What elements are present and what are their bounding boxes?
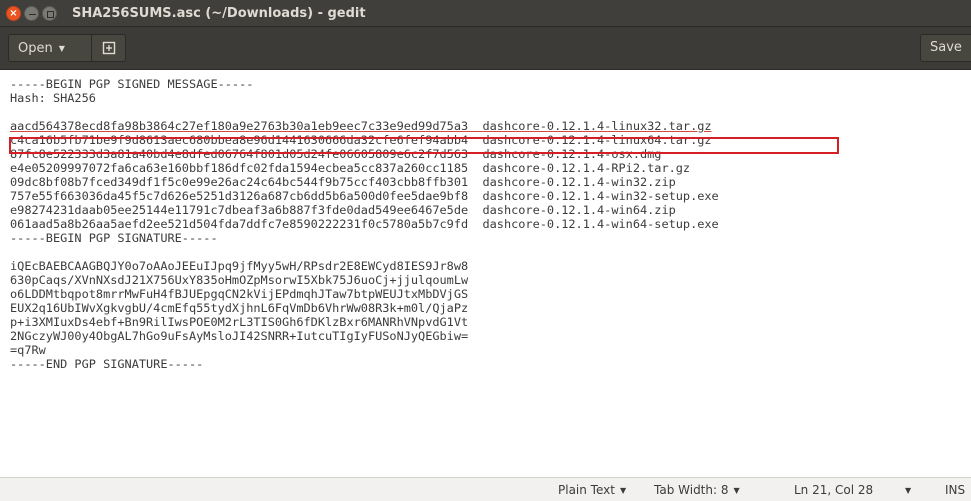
editor-line: iQEcBAEBCAAGBQJY0o7oAAoJEEuIJpq9jfMyy5wH… [10, 259, 469, 273]
open-button-label: Open [18, 40, 53, 56]
maximize-icon [43, 7, 56, 20]
minimize-window-button[interactable] [24, 6, 39, 21]
editor-line: 630pCaqs/XVnNXsdJ21X756UxY835oHmOZpMsorw… [10, 273, 469, 287]
editor-line: =q7Rw [10, 343, 46, 357]
chevron-down-icon: ▼ [905, 486, 912, 495]
editor-line: 2NGczyWJ00y4ObgAL7hGo9uFsAyMsloJI42SNRR+… [10, 329, 469, 343]
editor-line: -----BEGIN PGP SIGNED MESSAGE----- [10, 77, 254, 91]
tab-width-label: Tab Width: 8 [654, 483, 729, 497]
title-bar: × SHA256SUMS.asc (~/Downloads) - gedit [0, 0, 971, 27]
editor-line: -----END PGP SIGNATURE----- [10, 357, 204, 371]
tab-width-selector[interactable]: Tab Width: 8 ▼ [654, 478, 740, 501]
open-button[interactable]: Open ▼ [8, 34, 92, 62]
editor-line: p+i3XMIuxDs4ebf+Bn9RilIwsPOE0M2rL3TIS0Gh… [10, 315, 469, 329]
chevron-down-icon: ▼ [58, 43, 65, 53]
language-label: Plain Text [558, 483, 615, 497]
maximize-window-button[interactable] [42, 6, 57, 21]
editor-line: o6LDDMtbqpot8mrrMwFuH4fBJUEpgqCN2kVijEPd… [10, 287, 469, 301]
save-button[interactable]: Save [920, 34, 971, 62]
close-window-button[interactable]: × [6, 6, 21, 21]
header-bar: Open ▼ Save [0, 27, 971, 70]
minimize-icon [25, 7, 38, 20]
chevron-down-icon: ▼ [619, 486, 627, 495]
new-document-button[interactable] [92, 34, 126, 62]
window-title: SHA256SUMS.asc (~/Downloads) - gedit [72, 6, 366, 21]
editor-line: e98274231daab05ee25144e11791c7dbeaf3a6b8… [10, 203, 676, 217]
close-icon: × [9, 8, 18, 19]
language-selector[interactable]: Plain Text ▼ [558, 478, 626, 501]
status-bar: Plain Text ▼ Tab Width: 8 ▼ Ln 21, Col 28 … [0, 477, 971, 501]
editor-line: 757e55f663036da45f5c7d626e5251d3126a687c… [10, 189, 719, 203]
editor-line: 87fc8e522333d3a81a40bd4e8dfed06764f801d0… [10, 147, 662, 161]
editor-line-highlighted: c4ca16b5fb71be9f9d8613aec680bbea8e96d144… [10, 133, 712, 147]
editor-line: 09dc8bf08b7fced349df1f5c0e99e26ac24c64bc… [10, 175, 676, 189]
cursor-position: Ln 21, Col 28 [794, 483, 874, 497]
chevron-down-icon: ▼ [733, 486, 740, 495]
new-document-icon [102, 41, 115, 55]
editor-line: -----BEGIN PGP SIGNATURE----- [10, 231, 218, 245]
editor-line: 061aad5a8b26aa5aefd2ee521d504fda7ddfc7e8… [10, 217, 719, 231]
editor-line: e4e05209997072fa6ca63e160bbf186dfc02fda1… [10, 161, 691, 175]
insert-mode-indicator[interactable]: INS [945, 478, 965, 501]
editor-line: Hash: SHA256 [10, 91, 96, 105]
position-menu-button[interactable]: ▼ [905, 478, 911, 501]
editor-line: EUX2q16UbIWvXgkvgbU/4cmEfq55tydXjhnL6FqV… [10, 301, 469, 315]
editor-lines: -----BEGIN PGP SIGNED MESSAGE----- Hash:… [10, 77, 719, 371]
editor-line: aacd564378ecd8fa98b3864c27ef180a9e2763b3… [10, 119, 712, 133]
text-editor[interactable]: -----BEGIN PGP SIGNED MESSAGE----- Hash:… [0, 71, 971, 477]
